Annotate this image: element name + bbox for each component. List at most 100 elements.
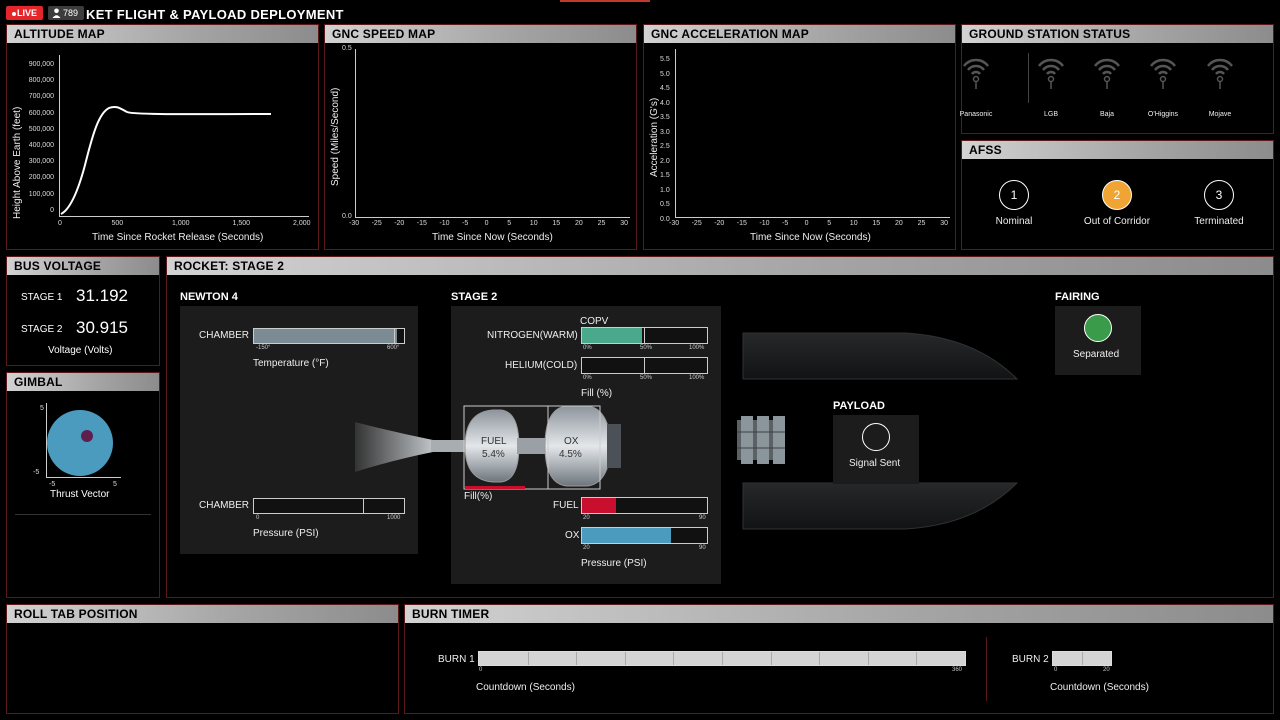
ground-station: Panasonic [956, 52, 996, 118]
burn-divider [986, 637, 987, 701]
ox-pressure-min: 20 [583, 545, 590, 551]
burn-timer-panel: BURN TIMER BURN 1 0 360 Countdown (Secon… [404, 604, 1274, 714]
ox-pressure-label: OX [565, 530, 580, 541]
live-label: LIVE [16, 8, 37, 18]
viewer-count: 789 [48, 6, 84, 20]
burn-segment-divider [722, 652, 723, 665]
nitrogen-50-marker [644, 328, 645, 343]
nitrogen-0pct: 0% [583, 345, 592, 351]
speed-map-panel: GNC SPEED MAP Speed (Miles/Second) Time … [324, 24, 637, 250]
fairing-bottom-half [742, 482, 1019, 530]
accel-ytick: 2.0 [660, 157, 670, 165]
rocket-stage2-title: ROCKET: STAGE 2 [167, 257, 1273, 275]
gimbal-panel: GIMBAL 5 -5 -5 5 Thrust Vector [6, 372, 160, 598]
engine-throat [431, 440, 465, 452]
tank-fuel-label: FUEL [481, 436, 507, 447]
ground-station: LGB [1031, 52, 1071, 118]
afss-panel: AFSS 1 Nominal 2 Out of Corridor 3 Terminated [961, 140, 1274, 250]
ox-pressure-max: 90 [699, 545, 706, 551]
fuel-pressure-min: 20 [583, 515, 590, 521]
chamber-pressure-max: 1000 [387, 515, 401, 521]
accel-xtick: 15 [872, 220, 881, 227]
gimbal-ytick-bottom: -5 [33, 469, 40, 476]
burn2-gauge [1052, 651, 1112, 666]
station-divider [1028, 53, 1029, 103]
person-icon [52, 8, 61, 18]
tank-fill-label: Fill(%) [464, 491, 493, 502]
ox-pressure-gauge [581, 527, 708, 544]
speed-map-title: GNC SPEED MAP [325, 25, 636, 43]
accel-ytick: 2.5 [660, 143, 670, 150]
speed-chart [355, 49, 630, 218]
speed-y-label: Speed (Miles/Second) [330, 87, 341, 186]
burn-segment-divider [867, 652, 869, 665]
altitude-xtick: 0 [58, 220, 62, 227]
accel-xtick: 5 [827, 220, 832, 227]
chamber-temp-marker [394, 329, 395, 343]
payload-status: Signal Sent [849, 458, 901, 469]
nitrogen-50pct: 50% [640, 345, 653, 351]
burn-segment-divider [819, 652, 821, 665]
ground-station-name: O'Higgins [1147, 111, 1179, 118]
chamber-temp-min: -150° [256, 345, 271, 351]
gimbal-range-circle [47, 410, 113, 476]
nitrogen-fill [582, 328, 642, 343]
altitude-ytick: 900,000 [28, 61, 54, 68]
accel-xtick: 0 [804, 220, 809, 227]
fairing-status: Separated [1073, 349, 1120, 360]
accel-map-panel: GNC ACCELERATION MAP Acceleration (G's) … [643, 24, 956, 250]
nitrogen-100pct: 100% [689, 345, 705, 351]
accel-xtick: 25 [917, 220, 926, 227]
accel-xtick: -5 [782, 220, 789, 227]
fairing-top-half [742, 332, 1019, 380]
fairing-title: FAIRING [1055, 291, 1100, 303]
altitude-x-label: Time Since Rocket Release (Seconds) [92, 232, 264, 243]
altitude-xtick: 500 [111, 220, 124, 227]
burn1-label: BURN 1 [438, 654, 475, 665]
afss-state-indicator: 2 [1102, 180, 1132, 210]
gimbal-plot [46, 403, 121, 478]
accel-xtick: -20 [714, 220, 725, 227]
speed-x-label: Time Since Now (Seconds) [432, 232, 553, 243]
antenna-signal-icon [1207, 58, 1233, 89]
accel-ytick: 0.5 [660, 201, 670, 208]
gimbal-divider [15, 514, 151, 515]
fuel-pressure-fill [582, 498, 616, 513]
accel-ytick: 5.5 [660, 56, 670, 63]
ground-station-title: GROUND STATION STATUS [962, 25, 1273, 43]
speed-xtick: -25 [371, 220, 382, 227]
stage2-title: STAGE 2 [451, 291, 498, 303]
accel-ytick: 4.0 [660, 99, 670, 107]
altitude-ytick: 700,000 [28, 93, 54, 101]
tank-cap [607, 424, 621, 468]
afss-state-label: Nominal [995, 216, 1033, 227]
accel-y-label: Acceleration (G's) [649, 97, 660, 177]
afss-title: AFSS [962, 141, 1273, 159]
page-title: KET FLIGHT & PAYLOAD DEPLOYMENT [86, 7, 344, 22]
speed-xtick: -30 [349, 220, 360, 227]
altitude-ytick: 500,000 [28, 125, 54, 133]
ground-station: O'Higgins [1143, 52, 1183, 118]
gimbal-xtick-right: 5 [113, 481, 117, 488]
stage1-voltage: 31.192 [76, 286, 128, 305]
thrust-vector-dot [81, 430, 93, 442]
temp-unit-label: Temperature (°F) [253, 358, 329, 369]
helium-label: HELIUM(COLD) [505, 360, 578, 371]
burn-segment-divider [624, 652, 626, 665]
accel-xtick: -15 [736, 220, 747, 227]
stage2-pressure-unit: Pressure (PSI) [581, 558, 647, 569]
chamber-temp-gauge [253, 328, 405, 344]
ox-pressure-fill [582, 528, 671, 543]
altitude-xtick: 2,000 [293, 220, 311, 227]
accel-xtick: -30 [669, 220, 680, 227]
roll-tab-panel: ROLL TAB POSITION [6, 604, 399, 714]
accel-xtick: -10 [759, 220, 770, 227]
accel-xtick: 30 [940, 220, 948, 227]
live-dot-icon [11, 11, 16, 16]
speed-xtick: 30 [620, 220, 628, 227]
accel-ytick: 3.0 [660, 128, 670, 136]
burn2-max: 20 [1103, 667, 1110, 673]
ground-station-name: Baja [1099, 111, 1114, 118]
fuel-pressure-max: 90 [699, 515, 706, 521]
burn-segment-divider [527, 652, 529, 665]
